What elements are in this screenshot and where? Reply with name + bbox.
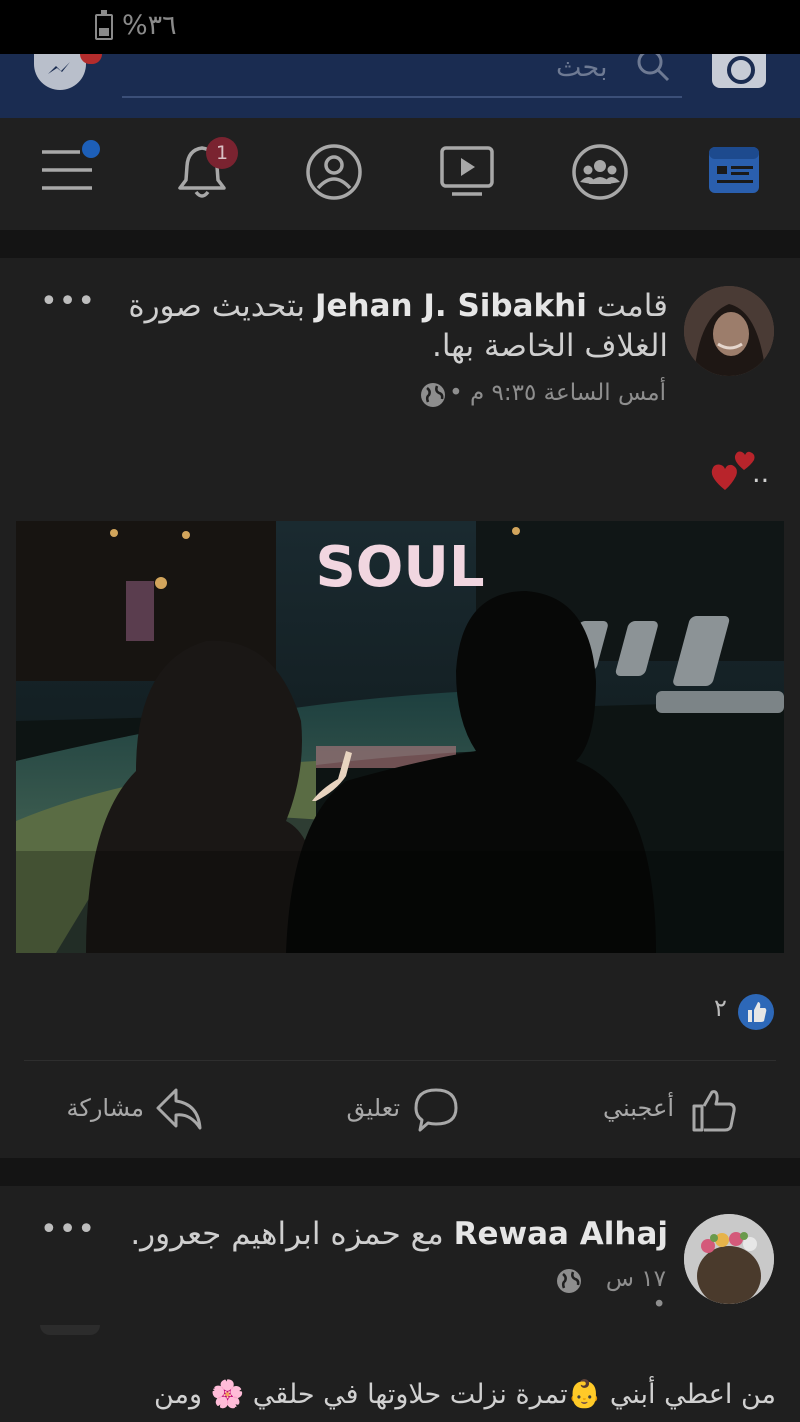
tab-profile[interactable] [304,142,364,202]
menu-indicator-dot [82,140,100,158]
thumbs-up-icon [692,1090,736,1132]
hearts-emoji [711,451,755,490]
share-icon [156,1088,202,1130]
post-body-text: من اعطي أبني 👶تمرة نزلت حلاوتها في حلقي … [153,1379,776,1410]
tab-watch[interactable] [438,142,498,202]
battery-percent: %٣٦ [122,10,177,41]
cover-photo[interactable]: SOUL [16,521,784,953]
collapsed-content [40,1325,100,1335]
post-header: قامت Jehan J. Sibakhi بتحديث صورة الغلاف… [120,286,668,366]
like-label: أعجبني [603,1094,674,1122]
like-reaction-icon [738,994,774,1030]
author-name[interactable]: Rewaa Alhaj [454,1216,668,1252]
share-button[interactable]: مشاركة [66,1086,204,1136]
feed-separator [0,230,800,258]
post-options-button[interactable]: ••• [40,1212,96,1247]
post-timestamp[interactable]: ١٧ س • [586,1266,666,1318]
like-button[interactable]: أعجبني [598,1086,740,1136]
comment-label: تعليق [346,1094,400,1122]
nav-bar [0,118,800,230]
share-label: مشاركة [66,1094,144,1122]
globe-icon [557,1269,581,1293]
search-placeholder: بحث [556,52,608,83]
author-avatar[interactable] [684,1214,774,1304]
post-header: Rewaa Alhaj مع حمزه ابراهيم جعرور. [120,1214,668,1254]
comment-icon [414,1088,458,1132]
comment-button[interactable]: تعليق [344,1086,460,1136]
like-count: ٢ [714,994,727,1022]
top-bar: بحث [0,49,800,118]
camera-icon[interactable] [712,54,766,88]
notification-badge: 1 [206,137,238,169]
watch-icon [440,146,494,196]
author-avatar[interactable] [684,286,774,376]
post-prefix: قامت [596,288,668,324]
globe-icon [421,383,445,407]
action-divider [24,1060,776,1061]
profile-icon [306,144,362,200]
messenger-icon[interactable] [34,54,86,90]
groups-icon [572,144,628,200]
tagged-text: مع حمزه ابراهيم جعرور. [130,1216,444,1252]
tab-news-feed[interactable] [706,142,766,202]
search-input[interactable] [122,96,682,98]
soul-sign: SOUL [315,535,484,600]
status-bar: %٣٦ [0,0,800,54]
search-icon[interactable] [634,49,674,88]
post-options-button[interactable]: ••• [40,284,96,319]
author-name[interactable]: Jehan J. Sibakhi [315,288,587,324]
news-feed-icon [709,147,759,193]
feed-separator [0,1158,800,1186]
reactions-row[interactable]: ٢ [0,990,800,1034]
battery-icon [95,10,113,40]
post-timestamp[interactable]: أمس الساعة ٩:٣٥ م • [448,380,666,406]
tab-groups[interactable] [570,142,630,202]
